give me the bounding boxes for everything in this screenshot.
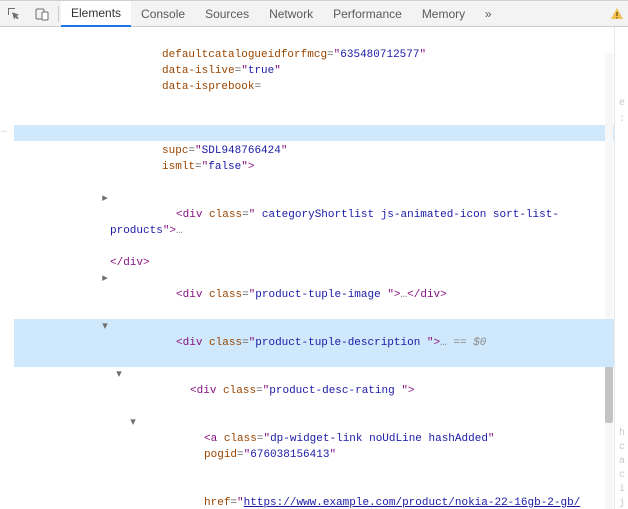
tab-network[interactable]: Network: [259, 1, 323, 27]
gutter-char: j: [619, 497, 625, 509]
elements-panel: … defaultcatalogueidforfmcg="63548071257…: [0, 27, 628, 509]
gutter-ellipsis-icon: …: [1, 125, 8, 136]
toolbar-separator: [58, 6, 59, 22]
gutter-char: i: [619, 483, 625, 497]
expand-arrow-icon[interactable]: ▸: [100, 191, 110, 207]
tree-line[interactable]: href="https://www.example.com/product/no…: [14, 479, 614, 509]
tab-performance[interactable]: Performance: [323, 1, 412, 27]
tree-line[interactable]: ▸ <div class="product-tuple-image ">…</d…: [14, 271, 614, 319]
devtools-toolbar: Elements Console Sources Network Perform…: [0, 1, 628, 27]
gutter-char: h: [619, 427, 625, 441]
collapse-arrow-icon[interactable]: ▾: [100, 319, 110, 335]
left-gutter: …: [0, 27, 14, 509]
inspect-icon[interactable]: [0, 1, 28, 27]
tabs-overflow-icon[interactable]: »: [475, 7, 501, 21]
tree-line[interactable]: ▾ <div class="product-desc-rating ">: [14, 367, 614, 415]
href-link[interactable]: https://www.example.com/product/nokia-22…: [244, 497, 581, 509]
tree-line[interactable]: "false" supc="SDL948766424" ismlt="false…: [14, 111, 614, 191]
gutter-char: c: [619, 469, 625, 483]
expand-arrow-icon[interactable]: ▸: [100, 271, 110, 287]
right-gutter: e : h c a c i j a: [614, 27, 628, 509]
gutter-char: :: [619, 113, 625, 127]
vertical-scrollbar[interactable]: [605, 53, 613, 509]
collapse-arrow-icon[interactable]: ▾: [128, 415, 138, 431]
tab-elements[interactable]: Elements: [61, 1, 131, 27]
devtools-window: Elements Console Sources Network Perform…: [0, 0, 628, 509]
tree-line-selected[interactable]: ▾ <div class="product-tuple-description …: [14, 319, 614, 367]
scrollbar-thumb[interactable]: [605, 363, 613, 423]
devtools-tabs: Elements Console Sources Network Perform…: [61, 1, 475, 27]
tab-console[interactable]: Console: [131, 1, 195, 27]
gutter-char: a: [619, 455, 625, 469]
tree-line[interactable]: defaultcatalogueidforfmcg="635480712577"…: [14, 31, 614, 111]
collapse-arrow-icon[interactable]: ▾: [114, 367, 124, 383]
warning-icon[interactable]: [610, 7, 624, 21]
tab-memory[interactable]: Memory: [412, 1, 475, 27]
tree-line[interactable]: ▸ <div class=" categoryShortlist js-anim…: [14, 191, 614, 255]
tree-line[interactable]: </div>: [14, 255, 614, 271]
gutter-char: e: [619, 97, 625, 111]
elements-tree[interactable]: defaultcatalogueidforfmcg="635480712577"…: [14, 27, 614, 509]
tab-sources[interactable]: Sources: [195, 1, 259, 27]
gutter-char: c: [619, 441, 625, 455]
device-toggle-icon[interactable]: [28, 1, 56, 27]
tree-line[interactable]: ▾ <a class="dp-widget-link noUdLine hash…: [14, 415, 614, 479]
